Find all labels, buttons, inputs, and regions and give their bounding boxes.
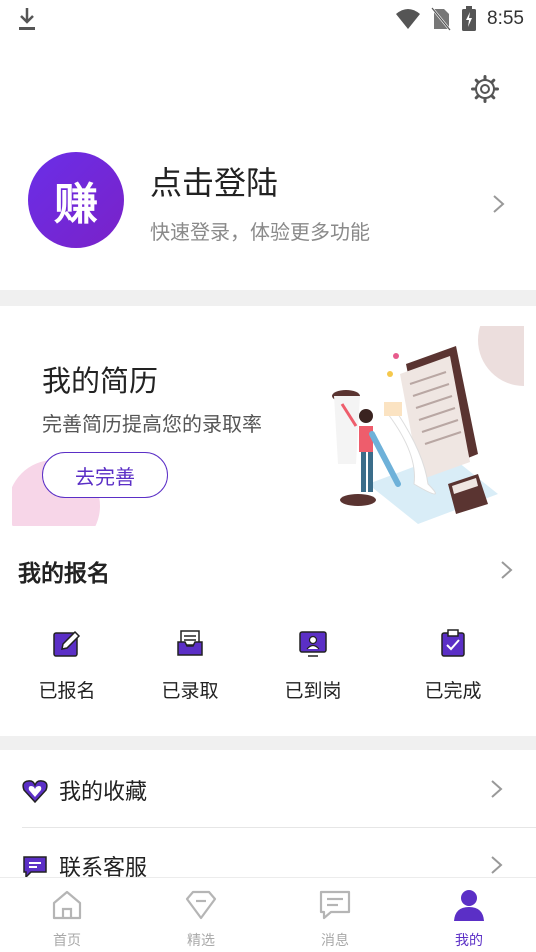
home-icon (52, 890, 82, 920)
tab-featured[interactable]: 精选 (134, 878, 268, 952)
resume-subtitle: 完善简历提高您的录取率 (42, 412, 262, 436)
tab-messages[interactable]: 消息 (268, 878, 402, 952)
status-time: 8:55 (487, 8, 524, 29)
avatar[interactable]: 赚 (28, 152, 124, 248)
tab-label: 精选 (187, 933, 215, 949)
signup-status-registered[interactable]: 已报名 (12, 628, 122, 708)
tab-label: 消息 (321, 933, 349, 949)
battery-icon (462, 6, 477, 31)
resume-banner[interactable]: 我的简历 完善简历提高您的录取率 去完善 (12, 326, 524, 526)
message-icon (319, 890, 351, 920)
tab-label: 我的 (455, 933, 483, 949)
edit-icon (53, 630, 81, 657)
avatar-text: 赚 (54, 179, 98, 230)
bottom-tab-bar: 首页 精选 消息 我的 (0, 877, 536, 952)
chevron-right-icon[interactable] (492, 194, 506, 214)
chevron-right-icon[interactable] (490, 855, 504, 875)
diamond-icon (185, 890, 217, 920)
tab-label: 首页 (53, 933, 81, 949)
resume-title: 我的简历 (42, 364, 159, 398)
complete-resume-button[interactable]: 去完善 (42, 452, 168, 498)
row-divider (22, 827, 536, 828)
tile-label: 已报名 (38, 680, 96, 702)
login-title[interactable]: 点击登陆 (150, 158, 278, 204)
status-bar: 8:55 (0, 0, 536, 38)
chevron-right-icon[interactable] (500, 560, 514, 580)
gear-icon[interactable] (470, 74, 500, 104)
section-divider (0, 290, 536, 306)
tile-label: 已完成 (424, 680, 482, 702)
section-divider (0, 736, 536, 750)
signup-status-accepted[interactable]: 已录取 (135, 628, 245, 708)
download-icon (19, 8, 35, 30)
signup-status-onboarded[interactable]: 已到岗 (258, 628, 368, 708)
wifi-icon (396, 9, 421, 29)
login-card[interactable]: 赚 点击登陆 快速登录，体验更多功能 (0, 140, 536, 270)
resume-illustration (332, 346, 498, 524)
tile-label: 已录取 (161, 680, 219, 702)
inbox-icon (177, 630, 203, 656)
tab-mine[interactable]: 我的 (402, 878, 536, 952)
no-sim-icon (431, 7, 451, 31)
login-subtitle: 快速登录，体验更多功能 (150, 220, 370, 244)
tile-label: 已到岗 (284, 680, 342, 702)
menu-item-favorites[interactable]: 我的收藏 (0, 754, 536, 824)
badge-icon (299, 631, 327, 657)
heart-icon (22, 780, 48, 804)
chevron-right-icon[interactable] (490, 779, 504, 799)
tab-home[interactable]: 首页 (0, 878, 134, 952)
user-icon (454, 890, 484, 921)
signup-section-title[interactable]: 我的报名 (18, 554, 110, 588)
menu-item-label: 我的收藏 (59, 780, 148, 805)
signup-status-completed[interactable]: 已完成 (398, 628, 508, 708)
clipboard-check-icon (441, 629, 465, 657)
